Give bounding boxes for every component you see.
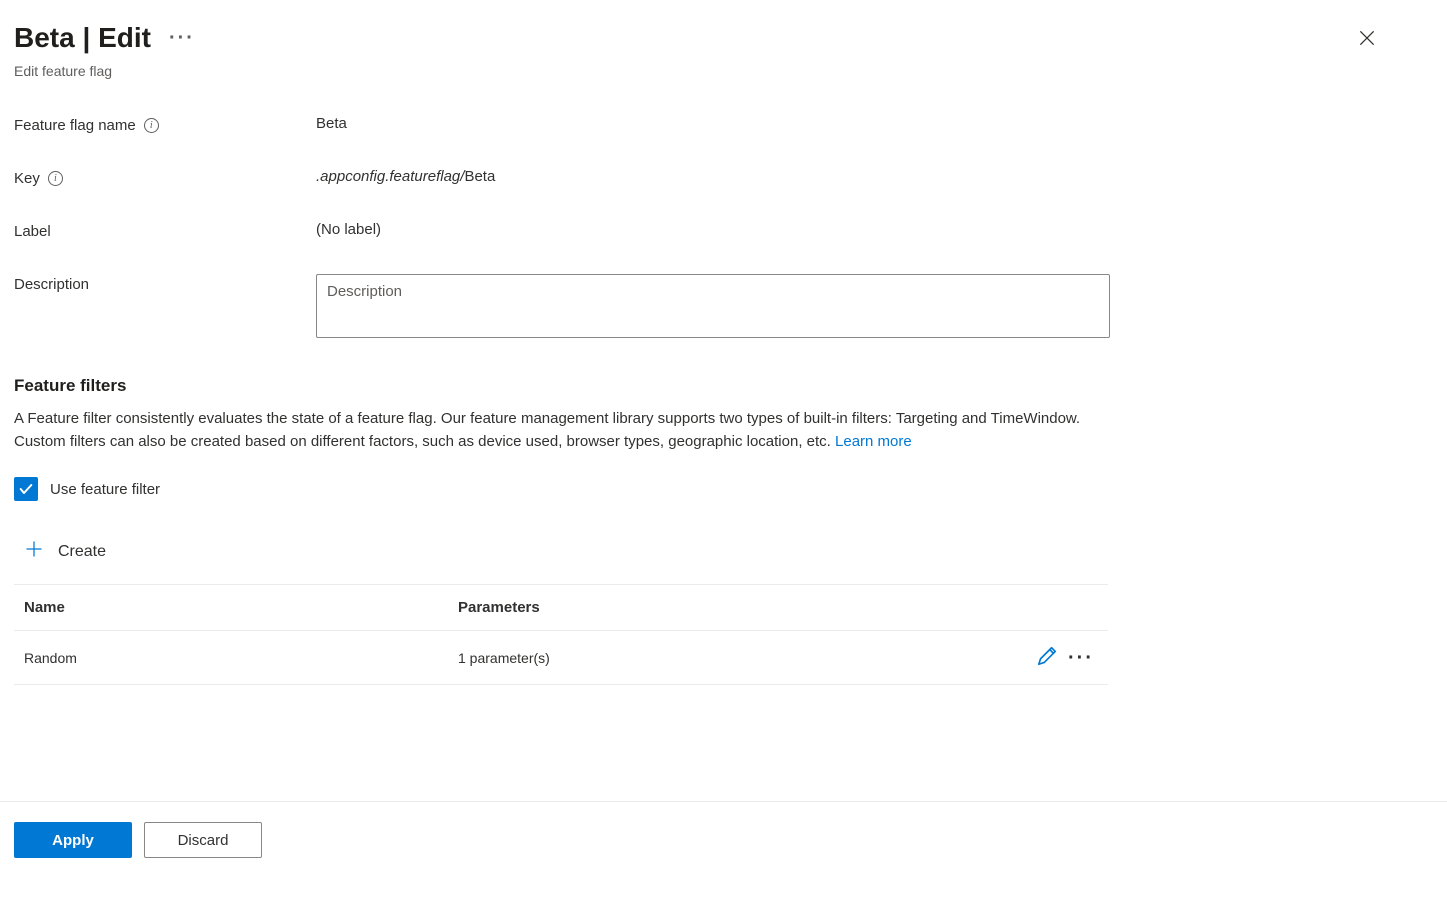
label-label: Label <box>14 221 316 240</box>
filters-table: Name Parameters Random 1 parameter(s) ··… <box>14 584 1108 685</box>
use-filter-label: Use feature filter <box>50 481 160 498</box>
name-value: Beta <box>316 115 1433 132</box>
pencil-icon <box>1036 645 1058 667</box>
header-name: Name <box>24 599 434 616</box>
filters-heading: Feature filters <box>14 376 1433 396</box>
use-filter-checkbox[interactable] <box>14 477 38 501</box>
key-value: .appconfig.featureflag/Beta <box>316 168 1433 185</box>
checkmark-icon <box>18 481 34 497</box>
more-options-icon[interactable]: ··· <box>169 28 195 48</box>
close-button[interactable] <box>1349 20 1385 59</box>
create-filter-button[interactable]: Create <box>24 539 106 564</box>
description-input[interactable] <box>316 274 1110 338</box>
table-header: Name Parameters <box>14 584 1108 631</box>
info-icon[interactable]: i <box>48 171 63 186</box>
label-value: (No label) <box>316 221 1433 238</box>
key-label: Key i <box>14 168 316 187</box>
page-subtitle: Edit feature flag <box>14 63 1433 79</box>
discard-button[interactable]: Discard <box>144 822 262 858</box>
create-label: Create <box>58 543 106 561</box>
edit-row-button[interactable] <box>1036 645 1058 670</box>
filters-description: A Feature filter consistently evaluates … <box>14 408 1114 453</box>
row-params: 1 parameter(s) <box>434 650 1036 666</box>
header-params: Parameters <box>434 599 1098 616</box>
description-label: Description <box>14 274 316 293</box>
row-name: Random <box>24 650 434 666</box>
name-label: Feature flag name i <box>14 115 316 134</box>
apply-button[interactable]: Apply <box>14 822 132 858</box>
page-title: Beta | Edit <box>14 22 151 54</box>
plus-icon <box>24 539 44 564</box>
row-more-icon[interactable]: ··· <box>1068 648 1094 668</box>
table-row: Random 1 parameter(s) ··· <box>14 631 1108 685</box>
info-icon[interactable]: i <box>144 118 159 133</box>
close-icon <box>1357 28 1377 48</box>
learn-more-link[interactable]: Learn more <box>835 433 912 450</box>
